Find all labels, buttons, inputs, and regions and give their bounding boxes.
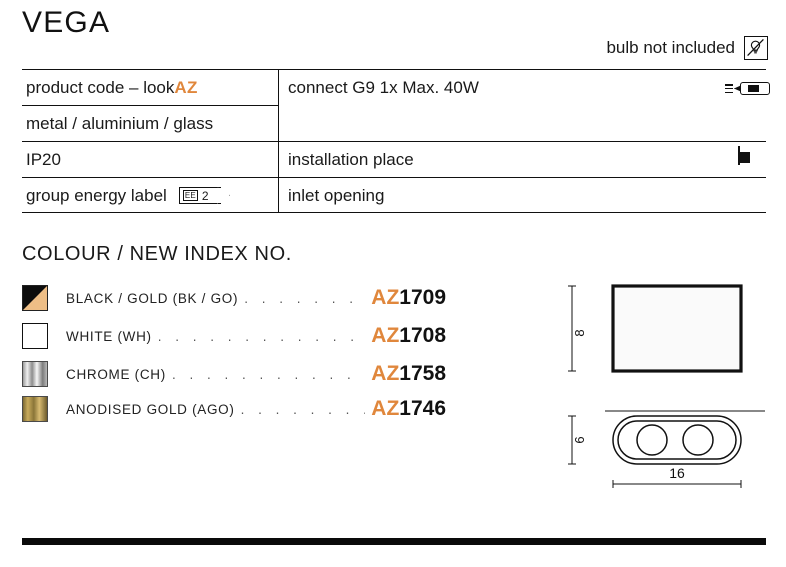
colour-code-prefix: AZ <box>371 324 400 347</box>
spec-product-code: product code – look AZ <box>26 71 276 105</box>
anodised-gold-swatch <box>22 396 48 422</box>
colour-dot-leader: . . . . . . . . . . . . . . . . . . . <box>171 366 365 382</box>
product-spec-sheet: VEGA bulb not included product code – lo… <box>0 0 786 567</box>
bottom-view-width-dim: 16 <box>669 465 685 481</box>
colour-code-number: 1708 <box>399 324 446 347</box>
spec-material-label: metal / aluminium / glass <box>26 114 214 133</box>
colour-row-black-gold: BLACK / GOLD (BK / GO) . . . . . . . . .… <box>22 285 446 311</box>
bulb-crossed-icon <box>744 36 768 60</box>
front-view-drawing: 8 <box>568 284 743 373</box>
black-gold-swatch <box>22 285 48 311</box>
bottom-view-drawing: 6 16 <box>568 410 765 488</box>
table-rule-bottom <box>22 212 766 214</box>
spec-inlet-opening-label: inlet opening <box>288 185 385 205</box>
colour-dot-leader: . . . . . . . . . . . . . . . . . . . <box>157 328 366 344</box>
chrome-swatch <box>22 361 48 387</box>
spec-product-code-label: product code – look <box>26 78 175 97</box>
spec-connect: connect G9 1x Max. 40W <box>288 71 758 105</box>
page-title: VEGA <box>22 6 111 39</box>
colour-label: BLACK / GOLD (BK / GO) <box>66 290 239 306</box>
bottom-view-height-dim: 6 <box>572 436 587 443</box>
spec-inlet-opening: inlet opening <box>288 179 728 212</box>
colour-dot-leader: . . . . . . . . . . . . . . . . . . . <box>240 401 366 417</box>
spec-material: metal / aluminium / glass <box>26 107 276 141</box>
energy-badge-prefix: EE <box>182 190 198 201</box>
colour-dot-leader: . . . . . . . . . . . . . . . . . . . <box>244 290 365 306</box>
colour-code: AZ1709 <box>371 286 446 310</box>
colour-row-white: WHITE (WH) . . . . . . . . . . . . . . .… <box>22 323 446 349</box>
bulb-note-label: bulb not included <box>606 38 735 57</box>
colour-code-number: 1746 <box>399 397 446 420</box>
spec-ip-rating-label: IP20 <box>26 150 61 169</box>
colour-label: CHROME (CH) <box>66 366 166 382</box>
colour-label: WHITE (WH) <box>66 328 152 344</box>
spec-product-code-accent: AZ <box>174 78 198 97</box>
spec-installation-place-label: installation place <box>288 150 414 169</box>
energy-badge-value: 2 <box>201 188 209 203</box>
colour-code: AZ1746 <box>371 397 446 421</box>
white-swatch <box>22 323 48 349</box>
bottom-rule-bar <box>22 538 766 545</box>
colour-code-number: 1709 <box>399 286 446 309</box>
colour-label: ANODISED GOLD (AGO) <box>66 401 235 417</box>
spec-energy-label: group energy label EE 2 <box>26 179 276 212</box>
energy-label-badge: EE 2 <box>178 187 221 204</box>
spec-connect-label: connect G9 1x Max. 40W <box>288 78 479 97</box>
spec-table: product code – look AZ metal / aluminium… <box>22 69 770 214</box>
colour-code-prefix: AZ <box>371 286 400 309</box>
colour-code-prefix: AZ <box>371 397 400 420</box>
installation-place-icon <box>738 146 750 165</box>
front-view-height-dim: 8 <box>572 329 587 336</box>
bulb-not-included-note: bulb not included <box>606 36 768 60</box>
colour-code: AZ1758 <box>371 362 446 386</box>
table-column-divider <box>278 69 280 212</box>
colour-code-number: 1758 <box>399 362 446 385</box>
spec-installation-place: installation place <box>288 143 728 177</box>
colour-code-prefix: AZ <box>371 362 400 385</box>
colour-row-anodised-gold: ANODISED GOLD (AGO) . . . . . . . . . . … <box>22 396 446 422</box>
spec-energy-label-text: group energy label <box>26 185 167 205</box>
colour-code: AZ1708 <box>371 324 446 348</box>
colour-section-heading: COLOUR / NEW INDEX NO. <box>22 243 292 265</box>
spec-ip-rating: IP20 <box>26 143 276 177</box>
colour-row-chrome: CHROME (CH) . . . . . . . . . . . . . . … <box>22 361 446 387</box>
